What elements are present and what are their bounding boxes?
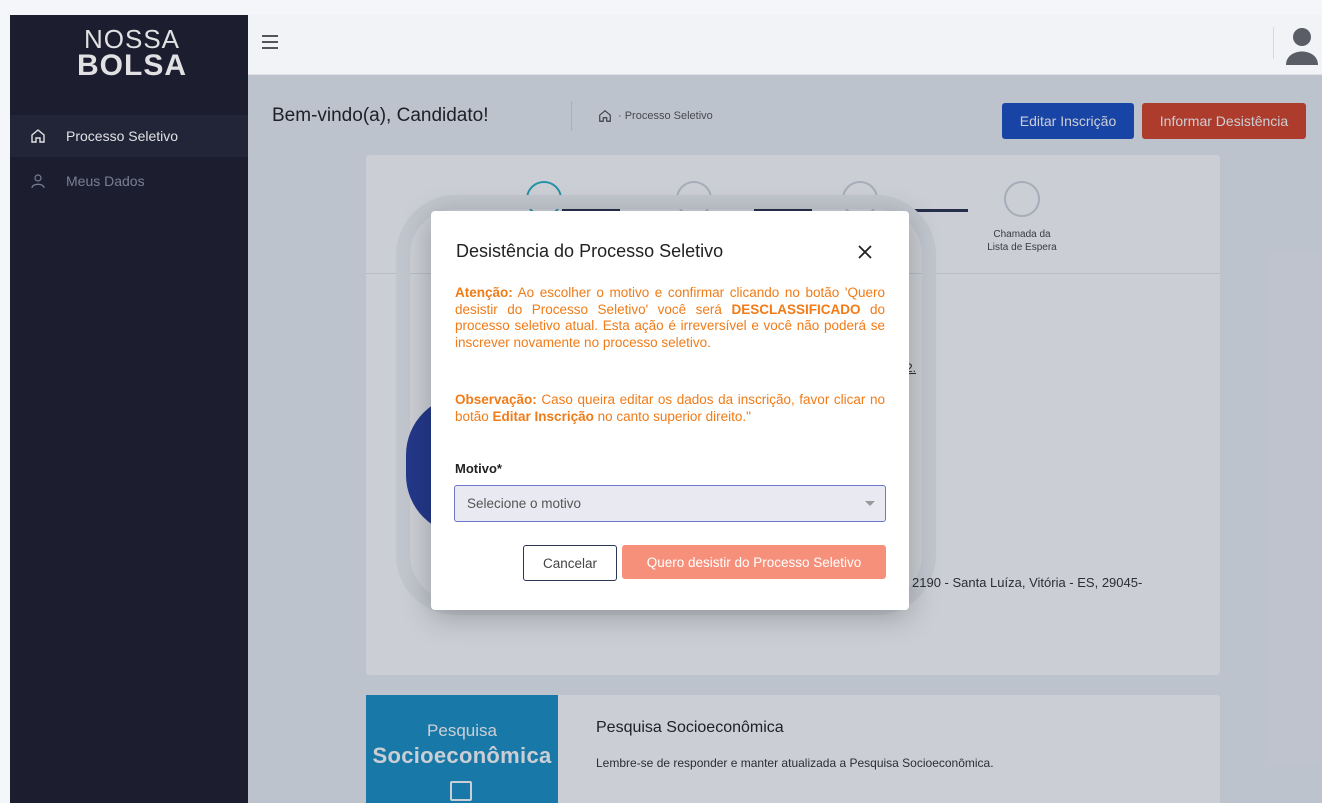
warning-message: Atenção: Ao escolher o motivo e confirma…: [455, 285, 885, 351]
reason-select[interactable]: Selecione o motivo: [454, 485, 886, 522]
topbar: [248, 15, 1322, 75]
modal-title: Desistência do Processo Seletivo: [456, 241, 724, 261]
chevron-down-icon: [865, 501, 875, 506]
modal-backdrop-sidebar: [10, 15, 248, 803]
withdrawal-modal: Desistência do Processo Seletivo Atenção…: [431, 211, 909, 610]
cancel-button[interactable]: Cancelar: [523, 545, 617, 581]
user-avatar-icon[interactable]: [1284, 25, 1320, 65]
warning-emphasis: DESCLASSIFICADO: [731, 301, 861, 317]
confirm-withdrawal-button[interactable]: Quero desistir do Processo Seletivo: [622, 545, 886, 579]
warning-label: Atenção:: [455, 285, 513, 300]
obs-text-2: no canto superior direito.": [593, 408, 751, 424]
observation-message: Observação: Caso queira editar os dados …: [455, 392, 885, 425]
reason-select-placeholder: Selecione o motivo: [467, 496, 582, 511]
menu-icon[interactable]: [262, 35, 278, 49]
close-icon[interactable]: [856, 243, 874, 261]
obs-emphasis: Editar Inscrição: [492, 408, 594, 424]
obs-label: Observação:: [455, 392, 537, 407]
window-edge-top: [0, 0, 1322, 15]
topbar-divider: [1273, 27, 1274, 59]
window-edge-left: [0, 0, 10, 803]
reason-label: Motivo*: [455, 461, 502, 476]
